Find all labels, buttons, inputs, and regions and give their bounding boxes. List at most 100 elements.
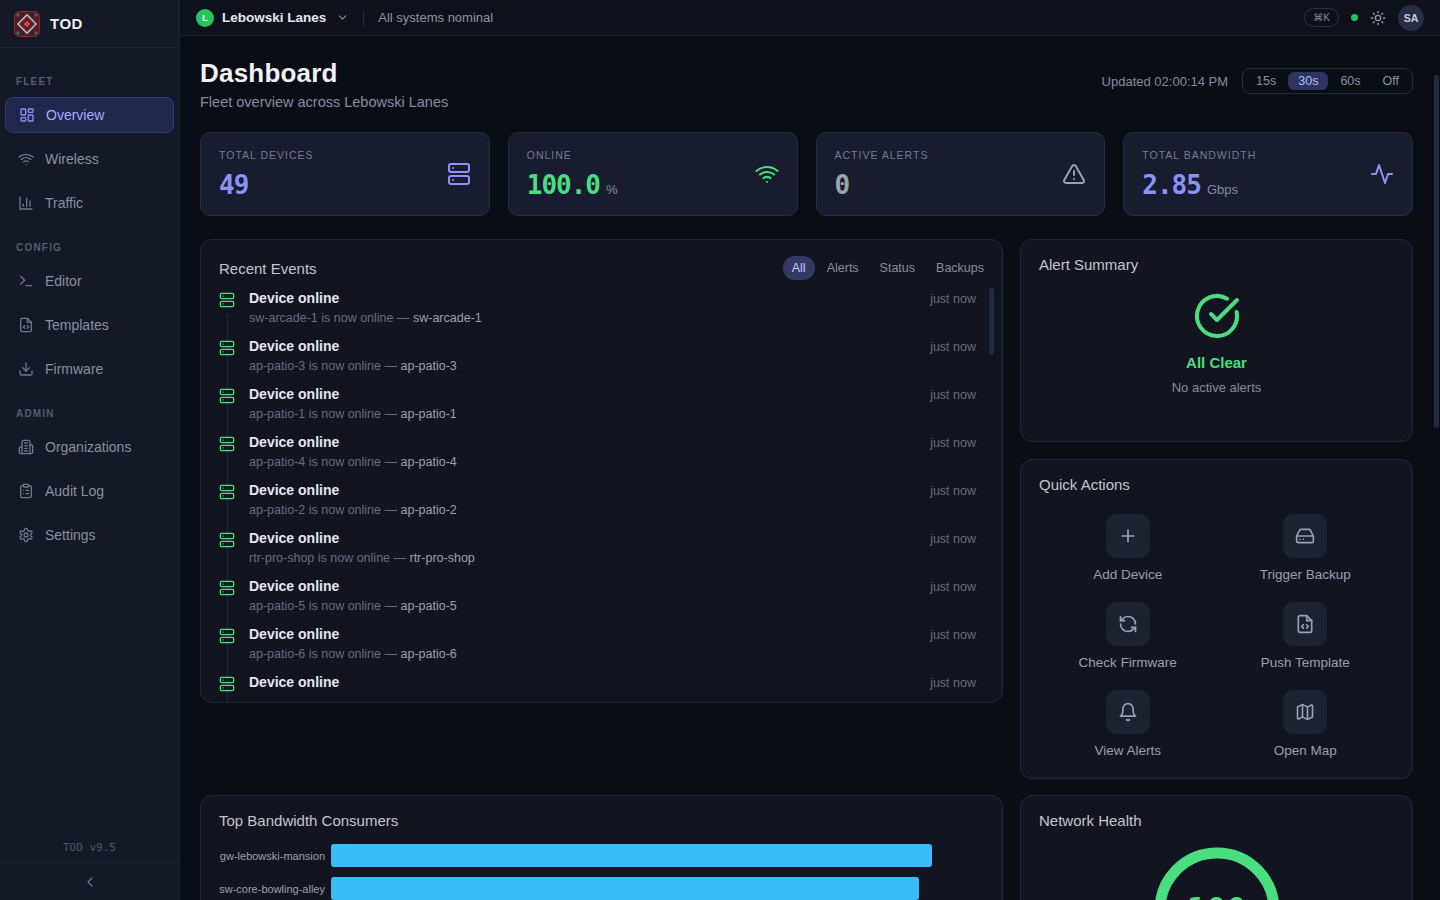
event-row: Device onlinejust nowap-patio-5 is now o… <box>219 578 984 626</box>
chevron-left-icon <box>82 874 98 890</box>
event-title: Device online <box>249 626 930 642</box>
event-title: Device online <box>249 530 930 546</box>
sidebar-item-firmware[interactable]: Firmware <box>5 351 174 387</box>
network-health-score: 100 <box>1187 891 1247 900</box>
sidebar-nav: FLEETOverviewWirelessTrafficCONFIGEditor… <box>0 48 179 841</box>
bandwidth-row: sw-core-bowling-alley <box>219 877 984 900</box>
sidebar-item-templates[interactable]: Templates <box>5 307 174 343</box>
refresh-interval-segmented-control: 15s30s60sOff <box>1242 68 1413 94</box>
quick-action-check-firmware[interactable]: Check Firmware <box>1039 602 1217 670</box>
alert-detail-text: No active alerts <box>1172 380 1262 395</box>
event-title: Device online <box>249 674 930 690</box>
event-row: Device onlinejust nowrtr-pro-shop is now… <box>219 530 984 578</box>
quick-action-push-template[interactable]: Push Template <box>1217 602 1395 670</box>
page-scrollbar-thumb[interactable] <box>1434 75 1439 428</box>
quick-action-label: View Alerts <box>1094 743 1161 758</box>
topbar: L Lebowski Lanes All systems nominal ⌘K … <box>180 0 1440 36</box>
event-detail: sw-arcade-1 is now online — sw-arcade-1 <box>249 311 984 325</box>
terminal-icon <box>18 273 34 289</box>
gear-icon <box>18 527 34 543</box>
event-row: Device onlinejust nowsw-arcade-1 is now … <box>219 290 984 338</box>
building-icon <box>18 439 34 455</box>
sidebar-item-wireless[interactable]: Wireless <box>5 141 174 177</box>
bandwidth-row: gw-lebowski-mansion <box>219 844 984 867</box>
event-row: Device onlinejust nowap-patio-3 is now o… <box>219 338 984 386</box>
nav-section-label: ADMIN <box>0 395 179 429</box>
server-icon <box>447 162 471 186</box>
connection-status-dot <box>1351 14 1358 21</box>
sidebar-item-label: Templates <box>45 317 109 333</box>
sidebar-collapse-button[interactable] <box>0 862 179 900</box>
stat-card-active-alerts: ACTIVE ALERTS0 <box>816 132 1106 216</box>
event-row: Device onlinejust now <box>219 674 984 703</box>
sidebar-item-overview[interactable]: Overview <box>5 97 174 133</box>
refresh-option-60s[interactable]: 60s <box>1330 72 1370 90</box>
bandwidth-device-label: gw-lebowski-mansion <box>219 850 331 862</box>
server-icon <box>219 484 235 500</box>
quick-action-label: Add Device <box>1093 567 1162 582</box>
network-health-title: Network Health <box>1039 812 1142 829</box>
sidebar-item-audit-log[interactable]: Audit Log <box>5 473 174 509</box>
brand-name: TOD <box>50 15 83 32</box>
events-tab-status[interactable]: Status <box>871 256 924 280</box>
file-code-icon <box>18 317 34 333</box>
network-health-gauge: 100 <box>1039 842 1394 900</box>
refresh-option-off[interactable]: Off <box>1373 72 1409 90</box>
events-tab-backups[interactable]: Backups <box>927 256 993 280</box>
event-detail: ap-patio-5 is now online — ap-patio-5 <box>249 599 984 613</box>
map-icon <box>1283 690 1327 734</box>
user-avatar[interactable]: SA <box>1398 5 1424 31</box>
sidebar-item-label: Wireless <box>45 151 99 167</box>
theme-toggle-sun-icon[interactable] <box>1370 10 1386 26</box>
events-tab-all[interactable]: All <box>783 256 815 280</box>
command-k-shortcut[interactable]: ⌘K <box>1304 8 1339 27</box>
quick-action-open-map[interactable]: Open Map <box>1217 690 1395 758</box>
check-circle-icon <box>1193 292 1241 340</box>
quick-action-label: Push Template <box>1261 655 1350 670</box>
events-tab-alerts[interactable]: Alerts <box>818 256 868 280</box>
event-detail: ap-patio-6 is now online — ap-patio-6 <box>249 647 984 661</box>
sidebar-item-settings[interactable]: Settings <box>5 517 174 553</box>
event-time: just now <box>930 388 984 402</box>
sidebar-item-organizations[interactable]: Organizations <box>5 429 174 465</box>
refresh-icon <box>1106 602 1150 646</box>
sidebar-item-label: Overview <box>46 107 104 123</box>
quick-action-add-device[interactable]: Add Device <box>1039 514 1217 582</box>
topbar-right: ⌘K SA <box>1304 5 1424 31</box>
quick-actions-panel: Quick Actions Add DeviceTrigger BackupCh… <box>1020 459 1413 779</box>
server-icon <box>219 580 235 596</box>
server-icon <box>219 292 235 308</box>
quick-action-trigger-backup[interactable]: Trigger Backup <box>1217 514 1395 582</box>
sidebar-item-label: Settings <box>45 527 96 543</box>
stat-value: 2.85 <box>1142 170 1201 200</box>
org-switcher[interactable]: L Lebowski Lanes <box>196 9 349 27</box>
quick-action-view-alerts[interactable]: View Alerts <box>1039 690 1217 758</box>
chevron-down-icon <box>336 11 349 24</box>
event-detail: rtr-pro-shop is now online — rtr-pro-sho… <box>249 551 984 565</box>
refresh-option-30s[interactable]: 30s <box>1288 72 1328 90</box>
sidebar: TOD FLEETOverviewWirelessTrafficCONFIGEd… <box>0 0 180 900</box>
stat-label: ACTIVE ALERTS <box>835 149 929 161</box>
server-icon <box>219 628 235 644</box>
event-time: just now <box>930 436 984 450</box>
stat-label: TOTAL DEVICES <box>219 149 314 161</box>
stat-card-online: ONLINE100.0% <box>508 132 798 216</box>
event-row: Device onlinejust nowap-patio-4 is now o… <box>219 434 984 482</box>
event-time: just now <box>930 628 984 642</box>
event-detail: ap-patio-1 is now online — ap-patio-1 <box>249 407 984 421</box>
sidebar-item-editor[interactable]: Editor <box>5 263 174 299</box>
bandwidth-panel-title: Top Bandwidth Consumers <box>219 812 398 829</box>
quick-action-label: Trigger Backup <box>1260 567 1351 582</box>
page-title: Dashboard <box>200 58 448 89</box>
stat-card-total-devices: TOTAL DEVICES49 <box>200 132 490 216</box>
sidebar-item-traffic[interactable]: Traffic <box>5 185 174 221</box>
recent-events-panel: Recent Events AllAlertsStatusBackups Dev… <box>200 239 1003 703</box>
topbar-divider <box>363 10 364 26</box>
events-scrollbar-thumb[interactable] <box>989 288 994 355</box>
refresh-option-15s[interactable]: 15s <box>1246 72 1286 90</box>
event-title: Device online <box>249 434 930 450</box>
stat-label: ONLINE <box>527 149 618 161</box>
event-title: Device online <box>249 578 930 594</box>
stat-value: 100.0 <box>527 170 600 200</box>
bell-icon <box>1106 690 1150 734</box>
